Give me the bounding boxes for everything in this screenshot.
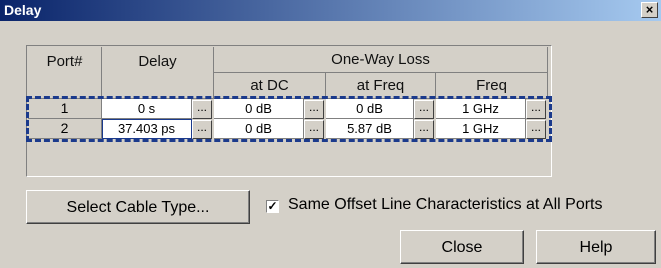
row1-freq-ellipsis-button[interactable]: ... [526, 100, 546, 119]
help-button[interactable]: Help [536, 230, 656, 264]
header-at-dc: at DC [214, 73, 326, 99]
row1-loss-dc-ellipsis-button[interactable]: ... [304, 100, 324, 119]
row1-freq-input[interactable]: 1 GHz [436, 99, 526, 119]
title-bar[interactable]: Delay × [0, 0, 661, 21]
close-window-icon[interactable]: × [641, 2, 658, 18]
row1-delay-input[interactable]: 0 s [102, 99, 192, 119]
delay-grid: Port# Delay One-Way Loss at DC at Freq F… [26, 45, 552, 177]
row2-port: 2 [28, 119, 102, 139]
window-title: Delay [4, 2, 42, 18]
header-port: Port# [28, 47, 102, 99]
row2-loss-freq-input[interactable]: 5.87 dB [326, 119, 414, 139]
close-button[interactable]: Close [400, 230, 524, 264]
row2-freq-input[interactable]: 1 GHz [436, 119, 526, 139]
row1-loss-freq-ellipsis-button[interactable]: ... [414, 100, 434, 119]
row2-freq-ellipsis-button[interactable]: ... [526, 120, 546, 139]
header-freq: Freq [436, 73, 548, 99]
header-delay: Delay [102, 47, 214, 99]
row2-delay-input[interactable]: 37.403 ps [102, 119, 192, 139]
header-at-freq: at Freq [326, 73, 436, 99]
row1-port: 1 [28, 99, 102, 119]
row1-delay-ellipsis-button[interactable]: ... [192, 100, 212, 119]
row2-loss-dc-ellipsis-button[interactable]: ... [304, 120, 324, 139]
header-one-way-loss: One-Way Loss [214, 47, 548, 73]
row2-loss-freq-ellipsis-button[interactable]: ... [414, 120, 434, 139]
row2-delay-ellipsis-button[interactable]: ... [192, 120, 212, 139]
same-offset-checkbox-label[interactable]: Same Offset Line Characteristics at All … [288, 196, 603, 214]
select-cable-type-button[interactable]: Select Cable Type... [26, 190, 250, 224]
row1-loss-dc-input[interactable]: 0 dB [214, 99, 304, 119]
row2-loss-dc-input[interactable]: 0 dB [214, 119, 304, 139]
delay-dialog: Delay × Port# Delay One-Way Loss at DC a… [0, 0, 661, 268]
row1-loss-freq-input[interactable]: 0 dB [326, 99, 414, 119]
same-offset-checkbox[interactable]: ✓ [266, 200, 279, 213]
